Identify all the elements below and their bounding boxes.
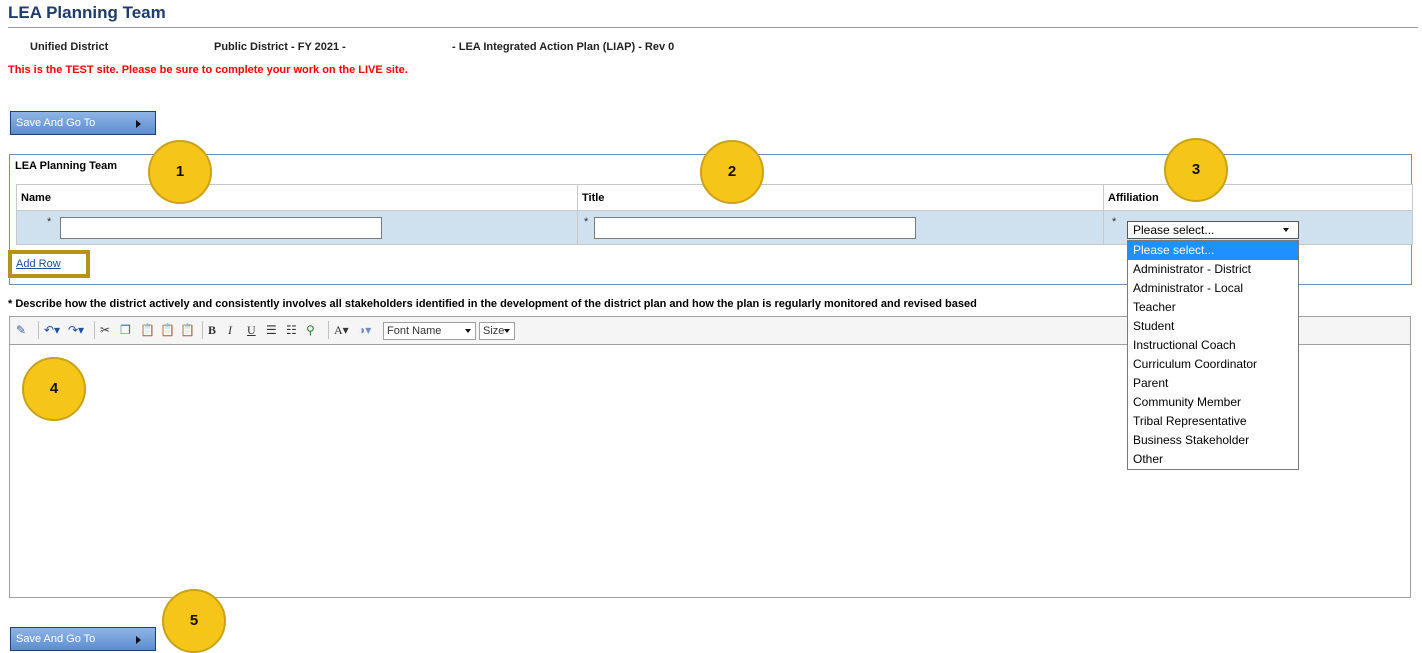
affiliation-dropdown-list: Please select... Administrator - Distric… xyxy=(1127,240,1299,470)
plan-name: - LEA Integrated Action Plan (LIAP) - Re… xyxy=(452,41,675,53)
paste-word-icon[interactable]: 📋 xyxy=(180,322,195,338)
toolbar-separator xyxy=(328,321,329,339)
dropdown-option[interactable]: Instructional Coach xyxy=(1128,336,1298,355)
copy-icon[interactable]: ❐ xyxy=(120,322,131,338)
font-color-icon[interactable]: A▾ xyxy=(334,322,349,338)
undo-icon[interactable]: ↶▾ xyxy=(44,322,60,338)
dropdown-option[interactable]: Business Stakeholder xyxy=(1128,431,1298,450)
chevron-down-icon xyxy=(465,329,471,333)
font-name-label: Font Name xyxy=(387,325,442,337)
column-header-name: Name xyxy=(16,184,578,211)
title-input[interactable] xyxy=(594,217,916,239)
save-button-label: Save And Go To xyxy=(16,117,96,129)
italic-icon[interactable]: I xyxy=(228,322,232,338)
district-name: Unified District xyxy=(30,41,109,53)
redo-icon[interactable]: ↷▾ xyxy=(68,322,84,338)
affiliation-select[interactable]: Please select... xyxy=(1127,221,1299,239)
arrow-right-icon xyxy=(136,120,141,128)
save-and-go-to-button-bottom[interactable]: Save And Go To xyxy=(10,627,156,651)
title-cell: * xyxy=(577,210,1104,245)
add-row-highlight: Add Row xyxy=(8,250,90,278)
dropdown-option[interactable]: Community Member xyxy=(1128,393,1298,412)
dropdown-option[interactable]: Curriculum Coordinator xyxy=(1128,355,1298,374)
arrow-right-icon xyxy=(136,636,141,644)
chevron-down-icon xyxy=(1283,228,1289,232)
callout-badge-1: 1 xyxy=(148,140,212,204)
callout-badge-2: 2 xyxy=(700,140,764,204)
dropdown-option[interactable]: Student xyxy=(1128,317,1298,336)
toolbar-separator xyxy=(94,321,95,339)
save-button-label: Save And Go To xyxy=(16,633,96,645)
dropdown-option[interactable]: Tribal Representative xyxy=(1128,412,1298,431)
add-row-link[interactable]: Add Row xyxy=(16,258,61,270)
column-header-affiliation: Affiliation xyxy=(1103,184,1413,211)
dropdown-option[interactable]: Please select... xyxy=(1128,241,1298,260)
stakeholder-prompt: * Describe how the district actively and… xyxy=(8,298,977,310)
ordered-list-icon[interactable]: ☰ xyxy=(266,322,277,338)
dropdown-option[interactable]: Parent xyxy=(1128,374,1298,393)
district-type: Public District - FY 2021 - xyxy=(214,41,346,53)
dropdown-option[interactable]: Teacher xyxy=(1128,298,1298,317)
cut-icon[interactable]: ✂ xyxy=(100,322,110,338)
save-and-go-to-button-top[interactable]: Save And Go To xyxy=(10,111,156,135)
font-name-select[interactable]: Font Name xyxy=(383,322,476,340)
paste-text-icon[interactable]: 📋 xyxy=(160,322,175,338)
callout-badge-3: 3 xyxy=(1164,138,1228,202)
column-header-title: Title xyxy=(577,184,1104,211)
background-color-icon[interactable]: ◑▾ xyxy=(358,322,371,338)
required-marker: * xyxy=(584,216,589,228)
paste-icon[interactable]: 📋 xyxy=(140,322,155,338)
callout-badge-4: 4 xyxy=(22,357,86,421)
font-size-select[interactable]: Size xyxy=(479,322,515,340)
toolbar-separator xyxy=(202,321,203,339)
affiliation-selected-value: Please select... xyxy=(1133,223,1215,237)
dropdown-option[interactable]: Administrator - District xyxy=(1128,260,1298,279)
page-title: LEA Planning Team xyxy=(8,3,166,22)
bullet-list-icon[interactable]: ☷ xyxy=(286,322,297,338)
chevron-down-icon xyxy=(504,329,510,333)
name-cell: * xyxy=(16,210,578,245)
name-input[interactable] xyxy=(60,217,382,239)
font-size-label: Size xyxy=(483,325,505,337)
toolbar-separator xyxy=(38,321,39,339)
dropdown-option[interactable]: Administrator - Local xyxy=(1128,279,1298,298)
title-divider xyxy=(8,27,1418,28)
bold-icon[interactable]: B xyxy=(208,322,216,338)
spellcheck-icon[interactable]: ✎ xyxy=(16,322,26,338)
insert-link-icon[interactable]: ⚲ xyxy=(306,322,315,338)
underline-icon[interactable]: U xyxy=(247,322,256,338)
dropdown-option[interactable]: Other xyxy=(1128,450,1298,469)
callout-badge-5: 5 xyxy=(162,589,226,653)
panel-heading: LEA Planning Team xyxy=(15,160,118,172)
required-marker: * xyxy=(1112,216,1117,228)
required-marker: * xyxy=(47,216,52,228)
test-site-warning: This is the TEST site. Please be sure to… xyxy=(8,64,408,76)
